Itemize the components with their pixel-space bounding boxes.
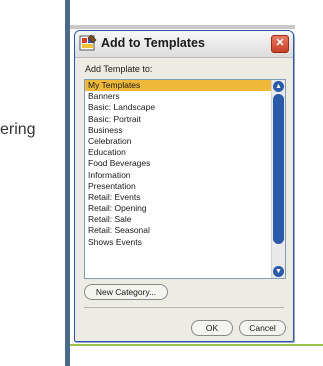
add-to-templates-dialog: Add to Templates ✕ Add Template to: My T… (74, 30, 294, 342)
templates-app-icon (79, 34, 97, 52)
category-listbox[interactable]: My Templates Banners Basic: Landscape Basic… (84, 79, 286, 279)
list-item[interactable]: Presentation (85, 181, 271, 192)
close-icon: ✕ (275, 37, 285, 49)
scroll-down-arrow-icon[interactable]: ▼ (273, 266, 284, 277)
scroll-up-arrow-icon[interactable]: ▲ (273, 81, 284, 92)
new-category-button[interactable]: New Category... (84, 284, 168, 300)
list-item[interactable]: Information (85, 170, 271, 181)
list-item[interactable]: Retail: Sale (85, 214, 271, 225)
list-scrollbar[interactable]: ▲ ▼ (271, 80, 285, 278)
close-button[interactable]: ✕ (271, 35, 289, 53)
list-item[interactable]: Banners (85, 91, 271, 102)
list-item[interactable]: Celebration (85, 136, 271, 147)
list-item[interactable]: Business (85, 125, 271, 136)
category-list: My Templates Banners Basic: Landscape Basic… (85, 80, 271, 248)
dialog-titlebar[interactable]: Add to Templates ✕ (75, 31, 293, 58)
list-item[interactable]: Education (85, 147, 271, 158)
background-green-rule (70, 344, 323, 346)
list-item[interactable]: Retail: Seasonal (85, 225, 271, 236)
list-item[interactable]: Shows Events (85, 237, 271, 248)
background-vertical-rule (65, 0, 70, 366)
background-top-rule (70, 25, 295, 29)
scroll-thumb[interactable] (273, 94, 284, 244)
background-text-fragment: ering (0, 121, 36, 138)
list-item[interactable]: Food Beverages (85, 158, 271, 169)
dialog-separator (84, 307, 284, 308)
cancel-button[interactable]: Cancel (239, 320, 286, 336)
dialog-title: Add to Templates (101, 36, 205, 50)
add-template-to-label: Add Template to: (85, 64, 153, 74)
list-item[interactable]: Basic: Landscape (85, 102, 271, 113)
list-item[interactable]: Retail: Events (85, 192, 271, 203)
list-item[interactable]: Retail: Opening (85, 203, 271, 214)
list-item[interactable]: Basic: Portrait (85, 114, 271, 125)
list-item[interactable]: My Templates (85, 80, 271, 92)
ok-button[interactable]: OK (191, 320, 233, 336)
